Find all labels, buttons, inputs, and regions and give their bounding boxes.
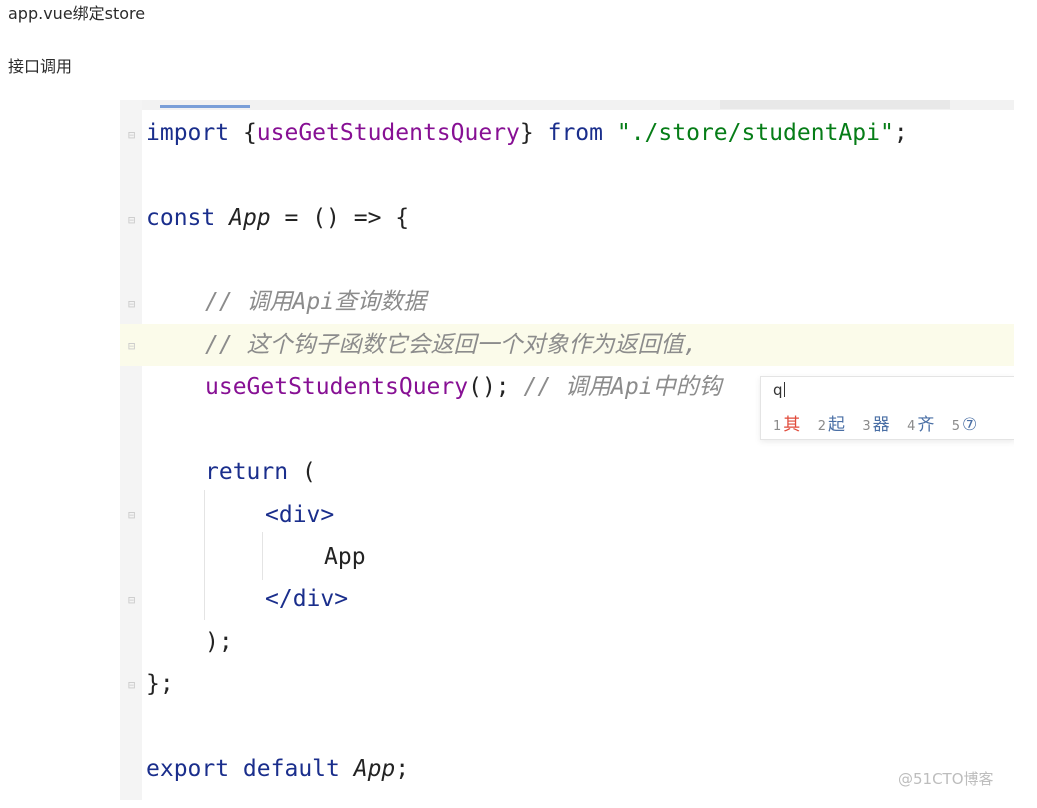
help-circle-icon: ⑦ (962, 415, 978, 435)
code-line-7[interactable]: <div> (265, 500, 334, 530)
code-line-6[interactable]: return ( (205, 457, 316, 487)
ime-candidate-4[interactable]: 4齐 (907, 410, 934, 435)
code-line-2[interactable]: const App = () => { (146, 203, 409, 233)
text-caret (783, 382, 785, 397)
tab-strip-blurred (720, 100, 950, 109)
code-line-3[interactable]: // 调用Api查询数据 (205, 287, 426, 317)
fold-marker-icon[interactable]: ⊟ (128, 339, 142, 353)
code-line-11[interactable]: }; (146, 669, 174, 699)
fold-marker-icon[interactable]: ⊟ (128, 297, 142, 311)
code-line-8[interactable]: App (324, 542, 366, 572)
article-heading-api-call: 接口调用 (8, 57, 73, 76)
code-line-10[interactable]: ); (205, 627, 233, 657)
code-line-12[interactable]: export default App; (146, 754, 409, 784)
fold-marker-icon[interactable]: ⊟ (128, 508, 142, 522)
fold-marker-icon[interactable]: ⊟ (128, 213, 142, 227)
ime-candidate-list: 1其 2起 3器 4齐 5⑦ (773, 410, 989, 435)
fold-marker-icon[interactable]: ⊟ (128, 128, 142, 142)
code-line-1[interactable]: import {useGetStudentsQuery} from "./sto… (146, 118, 908, 148)
active-tab-indicator (160, 105, 250, 108)
editor-tab-strip (120, 100, 1014, 110)
fold-marker-icon[interactable]: ⊟ (128, 593, 142, 607)
ime-candidate-2[interactable]: 2起 (818, 410, 845, 435)
code-line-5[interactable]: useGetStudentsQuery(); // 调用Api中的钩 (205, 372, 722, 402)
ime-composition-input[interactable]: q (773, 381, 785, 399)
article-heading-app-vue: app.vue绑定store (8, 4, 146, 23)
ime-candidate-1[interactable]: 1其 (773, 410, 800, 435)
fold-marker-icon[interactable]: ⊟ (128, 678, 142, 692)
code-line-4[interactable]: // 这个钩子函数它会返回一个对象作为返回值, (205, 330, 697, 360)
ime-candidate-popup[interactable]: q 1其 2起 3器 4齐 5⑦ (760, 376, 1014, 440)
editor-gutter (120, 100, 142, 800)
ime-candidate-5[interactable]: 5⑦ (952, 415, 978, 435)
code-editor-screenshot: ⊟ ⊟ ⊟ ⊟ ⊟ ⊟ ⊟ import {useGetStudentsQuer… (120, 100, 1014, 800)
indent-guide (204, 490, 205, 620)
code-line-9[interactable]: </div> (265, 584, 348, 614)
ime-candidate-3[interactable]: 3器 (862, 410, 889, 435)
indent-guide (262, 532, 263, 580)
site-watermark: @51CTO博客 (898, 770, 994, 788)
